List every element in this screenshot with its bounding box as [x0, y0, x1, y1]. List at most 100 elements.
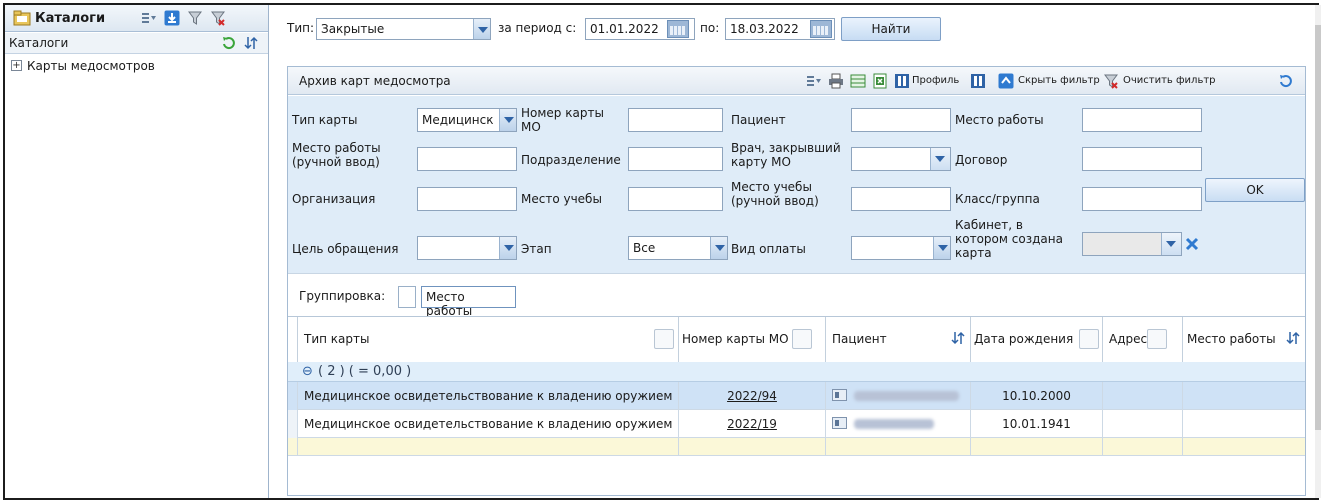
- ok-button[interactable]: OK: [1205, 178, 1305, 202]
- card-type-select[interactable]: Медицинск: [417, 108, 517, 132]
- column-header-card-number[interactable]: Номер карты МО: [679, 317, 826, 362]
- type-select[interactable]: Закрытые: [316, 18, 491, 40]
- ellipsis-button[interactable]: [1161, 233, 1181, 255]
- catalog-subheader: Каталоги: [5, 33, 268, 54]
- column-header-birth-date[interactable]: Дата рождения: [971, 317, 1103, 362]
- columns-menu-icon[interactable]: [141, 10, 157, 26]
- purpose-label: Цель обращения: [292, 242, 399, 256]
- stage-value: Все: [633, 241, 656, 255]
- table-row[interactable]: Медицинское освидетельствование к владен…: [288, 410, 1305, 438]
- chevron-down-icon[interactable]: [473, 19, 490, 39]
- payment-select[interactable]: [851, 236, 951, 260]
- row-indicator: [288, 438, 298, 456]
- column-header-card-type[interactable]: Тип карты: [298, 317, 679, 362]
- stage-select[interactable]: Все: [628, 236, 728, 260]
- hide-filter-icon[interactable]: [998, 73, 1014, 89]
- grouping-dropzone[interactable]: [398, 286, 416, 308]
- row-indicator: [288, 410, 298, 438]
- collapse-icon[interactable]: ⊖: [302, 364, 313, 379]
- columns-menu-icon[interactable]: [806, 73, 822, 89]
- profile-label[interactable]: Профиль: [912, 75, 959, 86]
- calendar-icon[interactable]: [810, 20, 832, 38]
- doctor-closed-input[interactable]: [851, 147, 951, 171]
- column-header-label: Пациент: [832, 332, 887, 346]
- column-filter-button[interactable]: [792, 329, 812, 349]
- sort-icon[interactable]: [243, 35, 259, 51]
- new-row[interactable]: [288, 438, 1305, 456]
- sort-icon[interactable]: [1285, 330, 1301, 346]
- column-header-patient[interactable]: Пациент: [826, 317, 971, 362]
- columns-icon[interactable]: [970, 73, 986, 89]
- table-row[interactable]: Медицинское освидетельствование к владен…: [288, 382, 1305, 410]
- card-number-link[interactable]: 2022/94: [727, 389, 777, 403]
- row-indicator-header: [288, 317, 298, 362]
- clear-filter-label[interactable]: Очистить фильтр: [1123, 75, 1216, 86]
- profile-icon[interactable]: [894, 73, 910, 89]
- column-header-workplace[interactable]: Место работы: [1183, 317, 1305, 362]
- cell-workplace: [1183, 382, 1305, 410]
- grouping-chip[interactable]: Место работы: [421, 286, 516, 318]
- hide-filter-label[interactable]: Скрыть фильтр: [1018, 75, 1100, 86]
- tree-item-medical-cards[interactable]: + Карты медосмотров: [5, 57, 268, 77]
- catalog-panel-header: Каталоги: [5, 5, 268, 32]
- patient-name-redacted: [854, 391, 959, 401]
- cell-card-number: [679, 438, 826, 456]
- cell-card-number[interactable]: 2022/19: [679, 410, 826, 438]
- study-place-manual-input[interactable]: [851, 187, 951, 211]
- workplace-input[interactable]: [1082, 108, 1202, 132]
- column-header-label: Номер карты МО: [682, 332, 789, 346]
- card-number-input[interactable]: [628, 108, 723, 132]
- filter-icon[interactable]: [187, 10, 203, 26]
- cell-patient: [826, 382, 971, 410]
- group-row[interactable]: ⊖ ( 2 ) ( = 0,00 ): [288, 362, 1305, 382]
- sort-icon[interactable]: [950, 330, 966, 346]
- clear-icon[interactable]: [1184, 236, 1200, 252]
- contract-input[interactable]: [1082, 147, 1202, 171]
- excel-icon[interactable]: [872, 73, 888, 89]
- stage-label: Этап: [521, 242, 552, 256]
- cabinet-input[interactable]: [1082, 232, 1182, 256]
- patient-label: Пациент: [731, 113, 786, 127]
- card-number-link[interactable]: 2022/19: [727, 417, 777, 431]
- column-filter-button[interactable]: [654, 329, 674, 349]
- scrollbar-thumb[interactable]: [1315, 25, 1321, 430]
- cell-card-number[interactable]: 2022/94: [679, 382, 826, 410]
- table-icon[interactable]: [850, 73, 866, 89]
- patient-card-icon[interactable]: [832, 389, 847, 401]
- clear-filter-icon[interactable]: [210, 10, 226, 26]
- chevron-down-icon[interactable]: [499, 109, 516, 131]
- doctor-closed-label: Врач, закрывший карту МО: [731, 141, 841, 169]
- column-header-address[interactable]: Адрес: [1103, 317, 1183, 362]
- print-icon[interactable]: [828, 73, 844, 89]
- class-group-input[interactable]: [1082, 187, 1202, 211]
- app-frame: Каталоги Каталоги + Карты медосмотров Ти…: [3, 3, 1321, 500]
- study-place-input[interactable]: [628, 187, 723, 211]
- workplace-manual-input[interactable]: [417, 147, 517, 171]
- chevron-down-icon[interactable]: [499, 237, 516, 259]
- column-filter-button[interactable]: [1147, 329, 1167, 349]
- study-place-manual-label: Место учебы (ручной ввод): [731, 180, 819, 208]
- column-header-label: Дата рождения: [974, 332, 1074, 346]
- find-button[interactable]: Найти: [841, 17, 941, 41]
- ellipsis-button[interactable]: [930, 148, 950, 170]
- date-to-value: 18.03.2022: [730, 22, 799, 36]
- expand-icon[interactable]: +: [11, 60, 22, 71]
- refresh-icon[interactable]: [1278, 73, 1294, 89]
- cell-birth-date: 10.01.1941: [971, 410, 1103, 438]
- chevron-down-icon[interactable]: [933, 237, 950, 259]
- refresh-icon[interactable]: [221, 35, 237, 51]
- column-header-label: Место работы: [1187, 332, 1276, 346]
- calendar-icon[interactable]: [667, 20, 689, 38]
- purpose-select[interactable]: [417, 236, 517, 260]
- folder-icon: [13, 10, 31, 26]
- patient-input[interactable]: [851, 108, 951, 132]
- download-icon[interactable]: [164, 10, 180, 26]
- clear-filter-icon[interactable]: [1103, 73, 1119, 89]
- patient-card-icon[interactable]: [832, 417, 847, 429]
- organization-input[interactable]: [417, 187, 517, 211]
- vertical-scrollbar[interactable]: [1315, 5, 1321, 498]
- archive-panel-header: Архив карт медосмотра Профиль Скрыть фил…: [288, 67, 1305, 95]
- chevron-down-icon[interactable]: [710, 237, 727, 259]
- department-input[interactable]: [628, 147, 723, 171]
- column-filter-button[interactable]: [1079, 329, 1099, 349]
